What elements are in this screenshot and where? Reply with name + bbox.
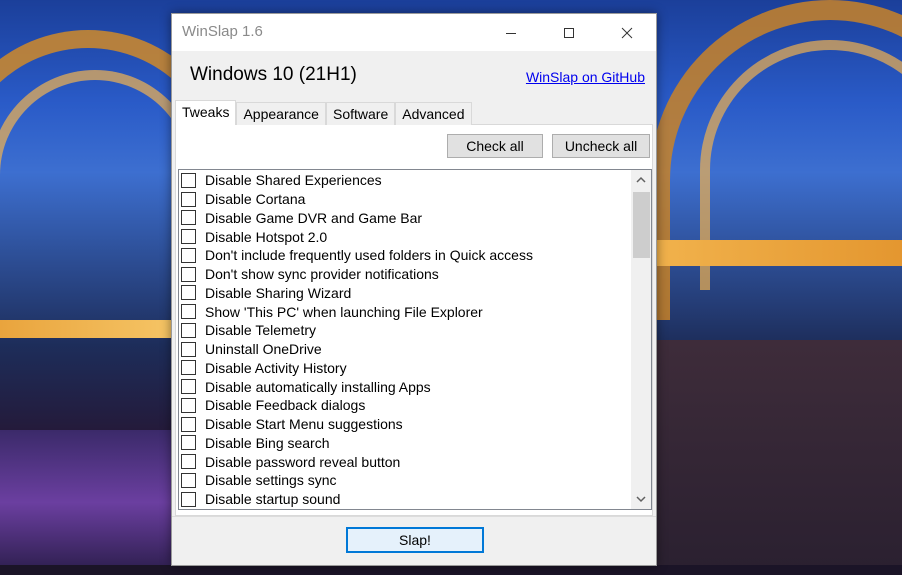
list-item-label: Uninstall OneDrive [205,341,322,358]
taskbar-edge [0,565,902,575]
list-item[interactable]: Uninstall OneDrive [181,340,629,359]
checkbox[interactable] [181,266,196,282]
minimize-icon [506,32,516,34]
bridge-deck-decoration [0,320,180,338]
checkbox[interactable] [181,229,196,245]
tab-advanced[interactable]: Advanced [395,102,472,125]
tab-appearance[interactable]: Appearance [236,102,326,125]
os-version-label: Windows 10 (21H1) [190,64,357,85]
list-item[interactable]: Don't include frequently used folders in… [181,246,629,265]
list-item-label: Disable Sharing Wizard [205,284,352,301]
list-item[interactable]: Disable Feedback dialogs [181,396,629,415]
checkbox[interactable] [181,360,196,376]
list-item[interactable]: Show 'This PC' when launching File Explo… [181,302,629,321]
close-icon [621,27,633,38]
list-item[interactable]: Disable settings sync [181,471,629,490]
list-item-label: Disable Hotspot 2.0 [205,228,328,245]
minimize-button[interactable] [488,14,534,51]
checkbox[interactable] [181,472,196,488]
checkbox[interactable] [181,285,196,301]
scroll-down-button[interactable] [631,489,651,509]
list-item[interactable]: Disable automatically installing Apps [181,377,629,396]
chevron-down-icon [636,496,646,503]
checkbox[interactable] [181,454,196,470]
list-item-label: Disable automatically installing Apps [205,378,431,395]
footer-divider [172,516,656,517]
maximize-icon [564,27,574,38]
bridge-deck-decoration [655,240,902,266]
close-button[interactable] [604,14,650,51]
list-item[interactable]: Disable Game DVR and Game Bar [181,209,629,228]
checkbox[interactable] [181,304,196,320]
maximize-button[interactable] [546,14,592,51]
list-item[interactable]: Disable Shared Experiences [181,171,629,190]
window-title: WinSlap 1.6 [182,23,263,40]
tab-strip: Tweaks Appearance Software Advanced [175,100,472,125]
checkbox[interactable] [181,491,196,507]
scrollbar-thumb[interactable] [633,192,650,258]
slap-button[interactable]: Slap! [346,527,484,553]
list-item[interactable]: Disable startup sound [181,490,629,509]
list-item[interactable]: Disable password reveal button [181,452,629,471]
checkbox[interactable] [181,322,196,338]
checkbox[interactable] [181,397,196,413]
tab-tweaks[interactable]: Tweaks [175,100,237,125]
list-item[interactable]: Don't show sync provider notifications [181,265,629,284]
list-item-label: Disable Bing search [205,434,330,451]
checkbox[interactable] [181,435,196,451]
list-item-label: Disable Shared Experiences [205,172,382,189]
vertical-scrollbar[interactable] [631,170,651,509]
list-item-label: Disable startup sound [205,491,341,508]
uncheck-all-button[interactable]: Uncheck all [552,134,650,158]
checkbox[interactable] [181,210,196,226]
winslap-window: WinSlap 1.6 Windows 10 (21H1) WinSlap on… [171,13,657,566]
list-item-label: Disable Start Menu suggestions [205,416,403,433]
checkbox[interactable] [181,379,196,395]
list-item[interactable]: Disable Bing search [181,434,629,453]
list-item-label: Disable settings sync [205,472,337,489]
checkbox[interactable] [181,172,196,188]
list-item[interactable]: Disable Activity History [181,359,629,378]
water-decoration [0,430,180,575]
checkbox[interactable] [181,191,196,207]
list-item-label: Show 'This PC' when launching File Explo… [205,303,483,320]
scroll-up-button[interactable] [631,170,651,190]
checkbox[interactable] [181,247,196,263]
checkbox[interactable] [181,341,196,357]
list-item[interactable]: Disable Telemetry [181,321,629,340]
list-item-label: Disable Game DVR and Game Bar [205,209,423,226]
tweaks-list[interactable]: Disable Shared Experiences Disable Corta… [178,169,652,510]
bridge-pier-decoration [655,340,902,575]
checkbox[interactable] [181,416,196,432]
list-item-label: Disable password reveal button [205,453,401,470]
check-all-button[interactable]: Check all [447,134,543,158]
list-item-label: Don't show sync provider notifications [205,266,439,283]
tweaks-list-items: Disable Shared Experiences Disable Corta… [181,171,629,509]
github-link[interactable]: WinSlap on GitHub [526,69,645,85]
list-item-label: Disable Cortana [205,191,306,208]
list-item[interactable]: Disable Start Menu suggestions [181,415,629,434]
list-item[interactable]: Disable Cortana [181,190,629,209]
list-item[interactable]: Disable Sharing Wizard [181,284,629,303]
chevron-up-icon [636,176,646,183]
list-item[interactable]: Disable Hotspot 2.0 [181,227,629,246]
list-item-label: Disable Feedback dialogs [205,397,366,414]
tab-software[interactable]: Software [325,102,396,125]
list-item-label: Don't include frequently used folders in… [205,247,533,264]
list-item-label: Disable Telemetry [205,322,317,339]
title-bar[interactable]: WinSlap 1.6 [172,14,656,51]
list-item-label: Disable Activity History [205,359,347,376]
